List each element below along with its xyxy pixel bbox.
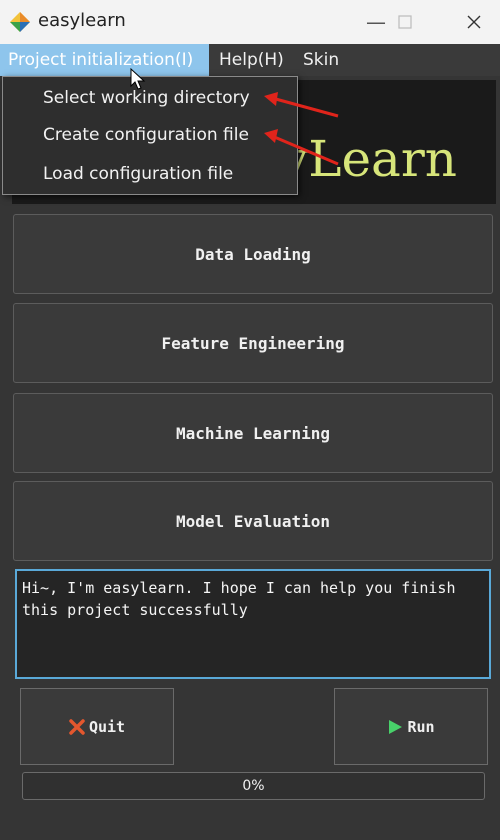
window-title: easylearn [38, 10, 126, 31]
quit-x-icon [69, 718, 85, 735]
feature-engineering-button[interactable]: Feature Engineering [13, 303, 493, 383]
run-label: Run [407, 717, 435, 736]
title-bar: easylearn — [0, 0, 500, 44]
progress-bar: 0% [22, 772, 485, 800]
menu-item-load-configuration-file[interactable]: Load configuration file [43, 164, 233, 184]
close-icon[interactable] [454, 6, 494, 38]
mouse-cursor-icon [130, 68, 146, 90]
app-window: easylearn — Project initialization(I) He… [0, 0, 500, 840]
menu-item-select-working-directory[interactable]: Select working directory [43, 88, 250, 108]
quit-label: Quit [88, 717, 126, 736]
menu-bar: Project initialization(I) Help(H) Skin [0, 44, 500, 76]
project-initialization-dropdown: Select working directory Create configur… [2, 76, 298, 195]
model-evaluation-button[interactable]: Model Evaluation [13, 481, 493, 561]
machine-learning-button[interactable]: Machine Learning [13, 393, 493, 473]
message-textbox[interactable]: Hi~, I'm easylearn. I hope I can help yo… [15, 569, 491, 679]
menu-help[interactable]: Help(H) [211, 44, 292, 76]
quit-button[interactable]: Quit [20, 688, 174, 765]
menu-project-initialization[interactable]: Project initialization(I) [0, 44, 209, 76]
menu-skin[interactable]: Skin [295, 44, 347, 76]
run-button[interactable]: Run [334, 688, 488, 765]
maximize-icon[interactable] [385, 6, 425, 38]
progress-label: 0% [242, 778, 265, 794]
play-icon [389, 719, 403, 734]
menu-item-create-configuration-file[interactable]: Create configuration file [43, 125, 249, 145]
annotation-arrows [264, 92, 339, 166]
data-loading-button[interactable]: Data Loading [13, 214, 493, 294]
app-logo-icon [10, 12, 30, 32]
